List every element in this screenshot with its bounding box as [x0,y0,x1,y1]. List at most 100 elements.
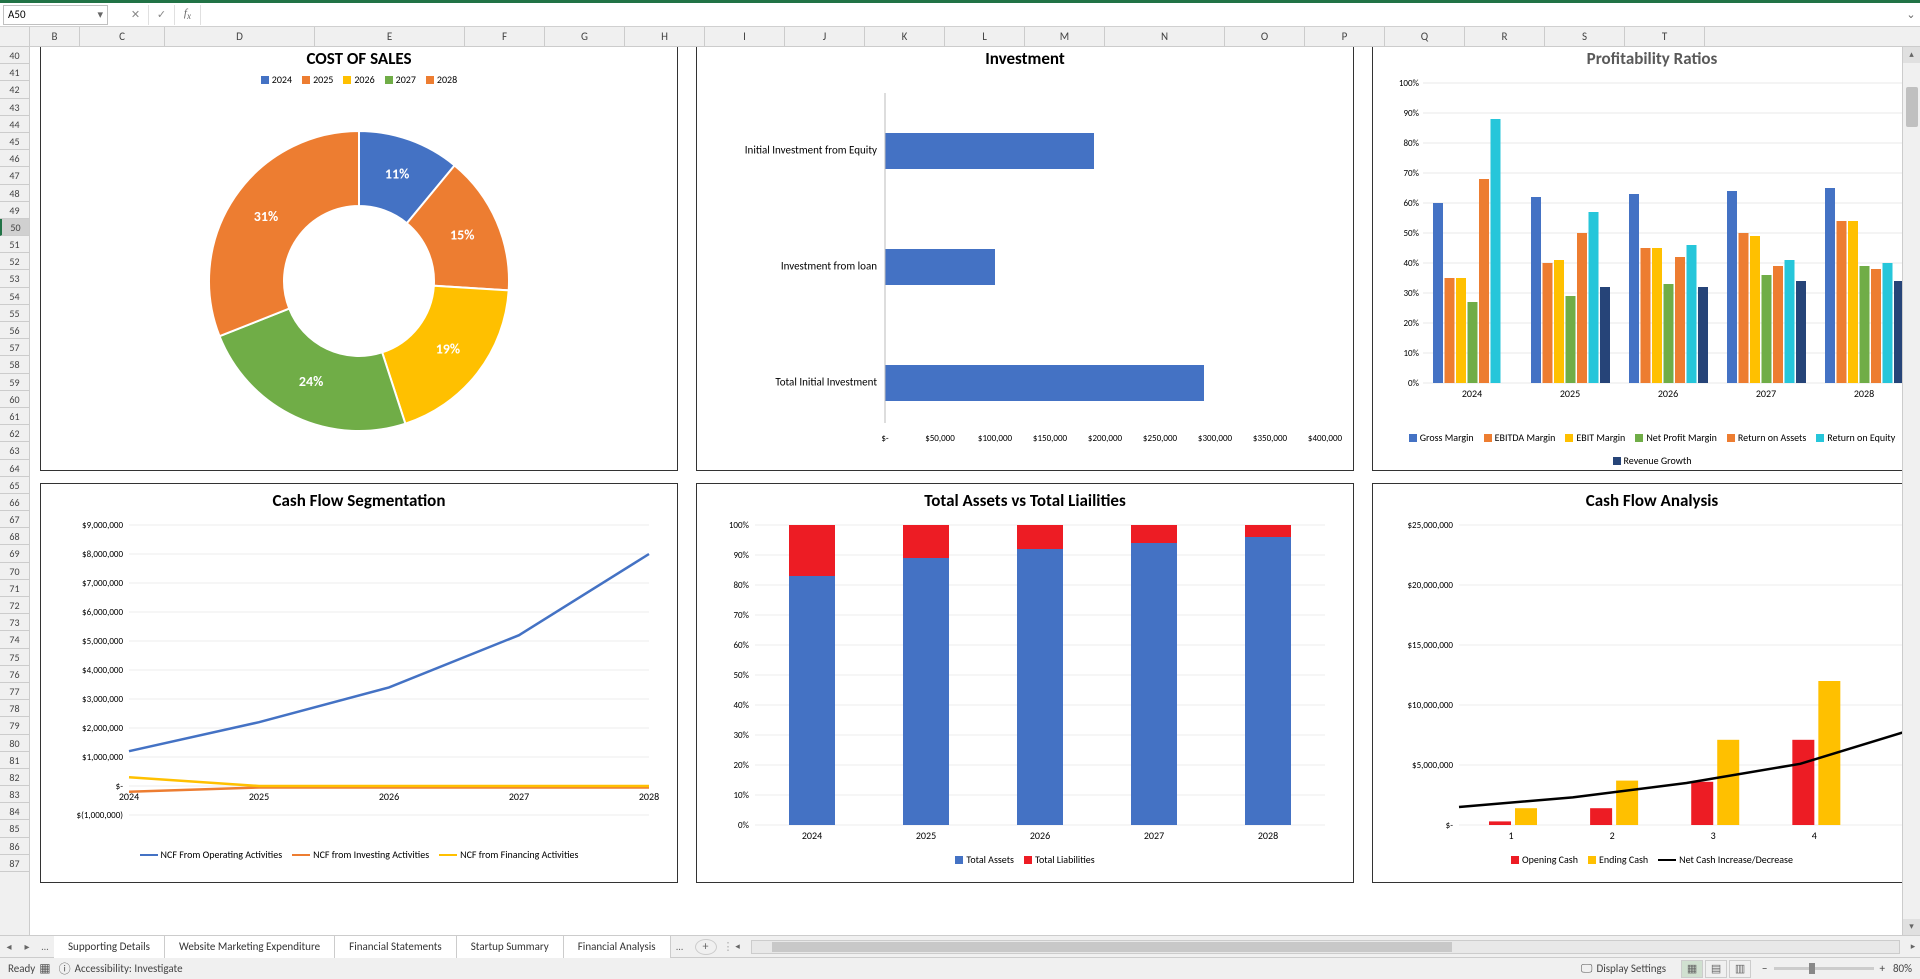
accessibility-icon[interactable]: ⓘ [59,960,71,977]
name-box[interactable]: A50 ▾ [3,5,108,25]
row-header[interactable]: 62 [0,425,29,442]
worksheet-area[interactable]: COST OF SALES 20242025202620272028 11%15… [30,47,1902,935]
chart-cash-flow-analysis[interactable]: Cash Flow Analysis $-$5,000,000$10,000,0… [1372,483,1902,883]
row-header[interactable]: 48 [0,185,29,202]
column-header[interactable]: B [30,27,80,46]
page-break-view-icon[interactable]: ▥ [1729,960,1751,978]
row-header[interactable]: 75 [0,649,29,666]
row-header[interactable]: 76 [0,666,29,683]
row-header[interactable]: 53 [0,270,29,287]
row-header[interactable]: 77 [0,683,29,700]
row-header[interactable]: 81 [0,752,29,769]
scroll-thumb[interactable] [772,942,1452,952]
row-header[interactable]: 82 [0,769,29,786]
column-header[interactable]: R [1465,27,1545,46]
horizontal-scrollbar[interactable] [751,940,1900,954]
row-header[interactable]: 73 [0,614,29,631]
row-header[interactable]: 69 [0,545,29,562]
chart-profitability[interactable]: Profitability Ratios 0%10%20%30%40%50%60… [1372,47,1902,471]
row-header[interactable]: 71 [0,580,29,597]
row-header[interactable]: 85 [0,820,29,837]
scroll-down-icon[interactable]: ▾ [1903,919,1920,935]
chevron-down-icon[interactable]: ▾ [97,8,103,21]
row-header[interactable]: 56 [0,322,29,339]
chart-investment[interactable]: Investment Initial Investment from Equit… [696,47,1354,471]
scroll-thumb[interactable] [1906,87,1918,127]
chart-assets-liabilities[interactable]: Total Assets vs Total Liailities 0%10%20… [696,483,1354,883]
zoom-in-button[interactable]: + [1880,962,1885,975]
formula-collapse-icon[interactable]: ⌄ [1902,8,1920,21]
row-header[interactable]: 46 [0,150,29,167]
page-layout-view-icon[interactable]: ▤ [1705,960,1727,978]
row-header[interactable]: 41 [0,64,29,81]
formula-input[interactable] [201,5,1902,25]
fx-icon[interactable]: fx [175,5,201,25]
row-header[interactable]: 72 [0,597,29,614]
column-header[interactable]: J [785,27,865,46]
vertical-scrollbar[interactable]: ▴ ▾ [1902,47,1920,935]
select-all-corner[interactable] [0,27,30,46]
row-header[interactable]: 47 [0,167,29,184]
column-header[interactable]: E [315,27,465,46]
row-header[interactable]: 60 [0,391,29,408]
row-header[interactable]: 86 [0,838,29,855]
row-header[interactable]: 65 [0,477,29,494]
row-header[interactable]: 67 [0,511,29,528]
column-header[interactable]: F [465,27,545,46]
row-header[interactable]: 40 [0,47,29,64]
macro-icon[interactable]: ▦ [39,961,50,976]
row-header[interactable]: 66 [0,494,29,511]
sheet-tab[interactable]: Supporting Details [54,936,165,958]
row-header[interactable]: 78 [0,700,29,717]
tab-nav-more-icon[interactable]: … [36,940,54,953]
sheet-tab[interactable]: Financial Statements [335,936,457,958]
sheet-tab[interactable]: Financial Analysis [564,936,671,958]
row-header[interactable]: 84 [0,803,29,820]
column-header[interactable]: D [165,27,315,46]
row-header[interactable]: 70 [0,563,29,580]
row-header[interactable]: 44 [0,116,29,133]
sheet-tab[interactable]: Website Marketing Expenditure [165,936,335,958]
row-header[interactable]: 52 [0,253,29,270]
row-header[interactable]: 64 [0,460,29,477]
column-header[interactable]: K [865,27,945,46]
column-header[interactable]: G [545,27,625,46]
column-header[interactable]: H [625,27,705,46]
zoom-level[interactable]: 80% [1893,962,1912,975]
hscroll-right-icon[interactable]: ▸ [1906,941,1920,952]
row-header[interactable]: 58 [0,356,29,373]
column-header[interactable]: M [1025,27,1105,46]
column-header[interactable]: O [1225,27,1305,46]
row-header[interactable]: 43 [0,99,29,116]
hscroll-left-icon[interactable]: ◂ [731,941,745,952]
row-header[interactable]: 61 [0,408,29,425]
row-header[interactable]: 87 [0,855,29,872]
column-header[interactable]: Q [1385,27,1465,46]
row-header[interactable]: 51 [0,236,29,253]
row-header[interactable]: 49 [0,202,29,219]
chart-cost-of-sales[interactable]: COST OF SALES 20242025202620272028 11%15… [40,47,678,471]
sheet-tab[interactable]: Startup Summary [457,936,564,958]
column-header[interactable]: L [945,27,1025,46]
column-header[interactable]: C [80,27,165,46]
row-header[interactable]: 74 [0,631,29,648]
add-sheet-button[interactable]: + [695,939,717,955]
scroll-up-icon[interactable]: ▴ [1903,47,1920,63]
row-header[interactable]: 68 [0,528,29,545]
tab-nav-prev-icon[interactable]: ◂ [0,940,18,953]
display-settings-icon[interactable]: 🖵 [1581,962,1593,976]
row-header[interactable]: 50 [0,219,29,236]
row-header[interactable]: 80 [0,735,29,752]
row-header[interactable]: 79 [0,717,29,734]
row-header[interactable]: 63 [0,442,29,459]
tab-nav-next-icon[interactable]: ▸ [18,940,36,953]
column-header[interactable]: T [1625,27,1705,46]
row-header[interactable]: 45 [0,133,29,150]
chart-cash-flow-segmentation[interactable]: Cash Flow Segmentation $(1,000,000)$-$1,… [40,483,678,883]
column-header[interactable]: I [705,27,785,46]
row-header[interactable]: 42 [0,81,29,98]
row-header[interactable]: 55 [0,305,29,322]
normal-view-icon[interactable]: ▦ [1681,960,1703,978]
column-header[interactable]: S [1545,27,1625,46]
tab-nav-more-icon[interactable]: … [671,940,689,953]
